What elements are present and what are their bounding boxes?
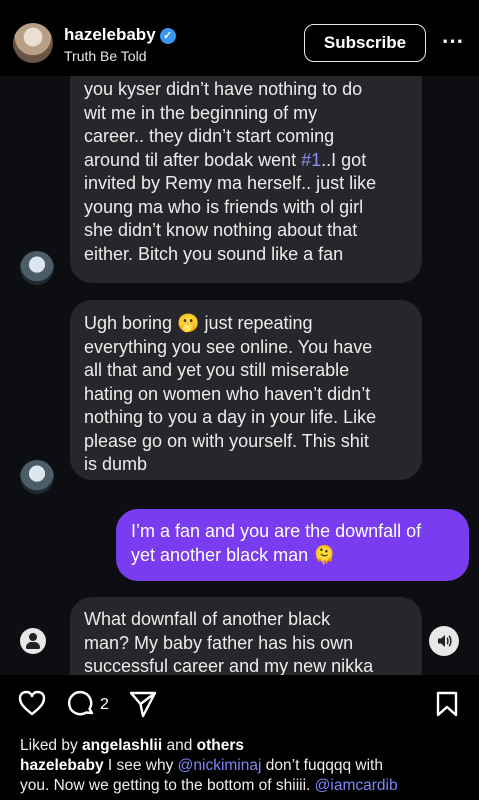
profile-avatar[interactable] (13, 23, 53, 63)
outgoing-message: I’m a fan and you are the downfall of ye… (116, 509, 469, 581)
message-line: is dumb (84, 454, 148, 474)
comment-count[interactable]: 2 (100, 696, 109, 714)
username[interactable]: hazelebaby ✓ (64, 25, 176, 45)
message-line: yet another black man 🫠 (131, 544, 336, 565)
caption-line: hazelebaby I see why @nickiminaj don’t f… (20, 757, 383, 774)
post-header: hazelebaby ✓ Truth Be Told Subscribe ⋯ (0, 0, 479, 86)
likes-summary[interactable]: Liked by angelashlii and others (20, 736, 466, 756)
message-line: all that and yet you still miserable (84, 360, 350, 380)
share-send-icon[interactable] (128, 689, 158, 724)
message-line: everything you see online. You have (84, 336, 373, 357)
sender-avatar (20, 460, 54, 494)
message-line: young ma who is friends with ol girl (84, 196, 364, 217)
message-line: nothing to you a day in your life. Like (84, 407, 377, 427)
message-line: hating on women who haven’t didn’t (84, 383, 371, 404)
message-line: career.. they didn’t start coming (84, 126, 335, 146)
message-line: around til after bodak went #1..I got (84, 149, 367, 170)
incoming-message: Ugh boring 🫢 just repeating everything y… (70, 300, 422, 480)
sender-avatar (20, 251, 54, 285)
chat-image: you kyser didn’t have nothing to do wit … (0, 76, 479, 675)
audio-subtitle[interactable]: Truth Be Told (64, 48, 147, 64)
message-line: What downfall of another black (84, 609, 331, 629)
mention-link[interactable]: @iamcardib (315, 777, 398, 794)
message-line: I’m a fan and you are the downfall of (131, 521, 422, 541)
audio-toggle-icon[interactable] (429, 626, 459, 656)
caption-author[interactable]: hazelebaby (20, 757, 104, 774)
more-options-icon[interactable]: ⋯ (439, 28, 467, 58)
message-line: you kyser didn’t have nothing to do (84, 79, 363, 99)
message-line: she didn’t know nothing about that (84, 220, 358, 240)
message-line: invited by Remy ma herself.. just like (84, 173, 377, 193)
caption-line: you. Now we getting to the bottom of shi… (20, 777, 398, 794)
comment-icon[interactable] (66, 689, 96, 724)
message-line: wit me in the beginning of my (84, 102, 318, 123)
like-heart-icon[interactable] (17, 689, 47, 722)
subscribe-button[interactable]: Subscribe (304, 24, 426, 62)
hashtag-link[interactable]: #1 (301, 150, 321, 170)
message-line: either. Bitch you sound like a fan (84, 243, 344, 264)
mention-link[interactable]: @nickiminaj (178, 757, 262, 774)
incoming-message: you kyser didn’t have nothing to do wit … (70, 76, 422, 283)
post-actions: 2 (0, 675, 479, 735)
tagged-people-icon[interactable] (20, 628, 46, 654)
message-line: please go on with yourself. This shit (84, 430, 369, 451)
message-line: successful career and my new nikka (84, 656, 374, 675)
message-line: Ugh boring 🫢 just repeating (84, 313, 313, 333)
verified-badge-icon: ✓ (159, 28, 176, 44)
save-bookmark-icon[interactable] (435, 690, 459, 723)
post-caption: Liked by angelashlii and others hazeleba… (20, 736, 466, 796)
message-line: man? My baby father has his own (84, 632, 354, 653)
incoming-message: What downfall of another black man? My b… (70, 597, 422, 675)
